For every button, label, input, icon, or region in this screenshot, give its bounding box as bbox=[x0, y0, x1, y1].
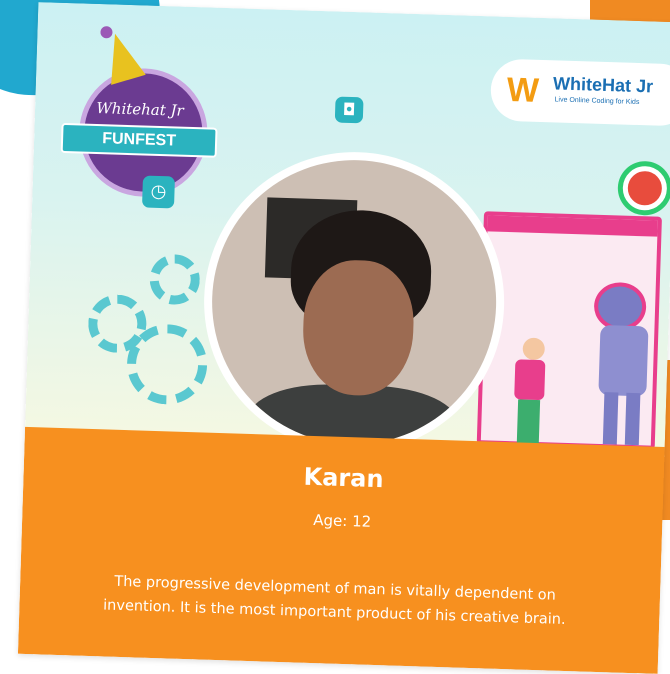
funfest-script-text: Whitehat Jr bbox=[96, 98, 185, 120]
whitehat-w-mark-icon: W bbox=[506, 70, 540, 110]
browser-window-titlebar bbox=[487, 215, 658, 237]
person-illustration-legs bbox=[516, 399, 541, 447]
student-photo-image bbox=[207, 155, 501, 449]
student-card: Whitehat Jr FUNFEST W WhiteHat Jr Live O… bbox=[17, 2, 670, 674]
robot-leg bbox=[602, 392, 619, 445]
funfest-logo: Whitehat Jr FUNFEST bbox=[57, 26, 222, 199]
funfest-banner: FUNFEST bbox=[60, 122, 218, 158]
robot-leg bbox=[624, 392, 641, 446]
robot-body bbox=[598, 324, 649, 397]
gamepad-icon: ◘ bbox=[334, 96, 364, 124]
person-illustration-body bbox=[514, 359, 546, 401]
clock-icon: ◷ bbox=[141, 175, 175, 209]
photo-face bbox=[301, 258, 416, 398]
whitehat-brand-name: WhiteHat Jr bbox=[552, 73, 654, 97]
whitehat-logo: W WhiteHat Jr Live Online Coding for Kid… bbox=[489, 58, 670, 127]
whitehat-tagline: Live Online Coding for Kids bbox=[554, 96, 640, 107]
